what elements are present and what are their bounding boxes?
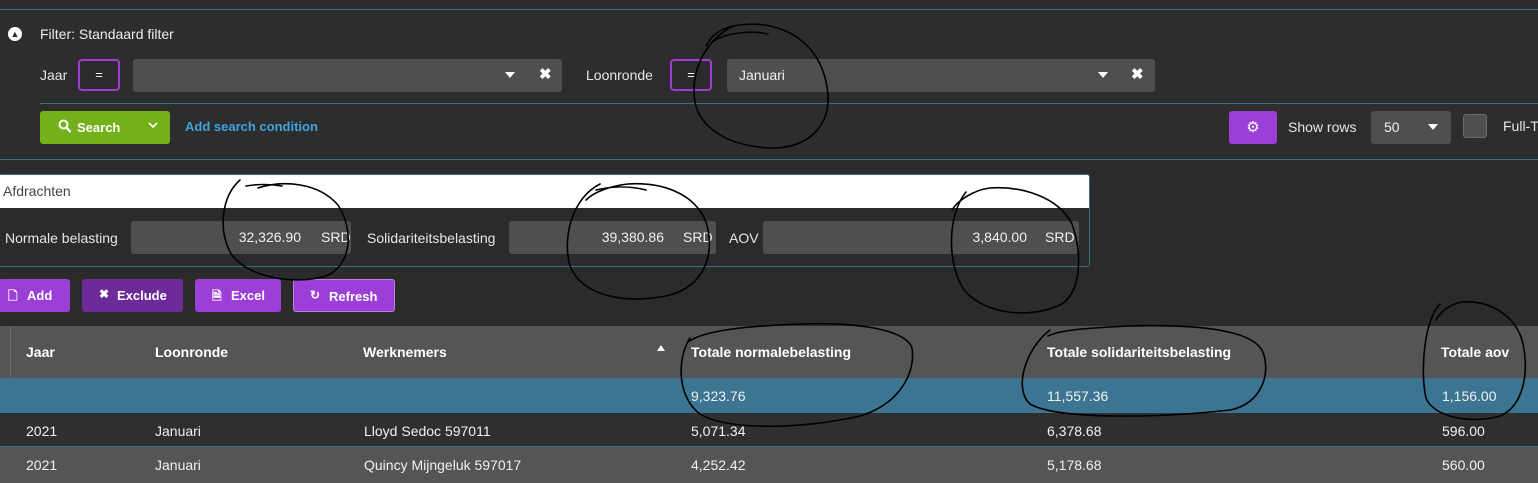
cell-werknemers: Lloyd Sedoc 597011 bbox=[364, 423, 491, 439]
total-normale: 9,323.76 bbox=[691, 388, 746, 404]
refresh-icon: ↻ bbox=[310, 288, 321, 302]
normale-belasting-label: Normale belasting bbox=[5, 230, 118, 246]
jaar-operator-button[interactable]: = bbox=[78, 59, 120, 91]
normale-belasting-value: 32,326.90 bbox=[238, 229, 301, 245]
add-button[interactable]: 🗋 Add bbox=[0, 279, 70, 312]
clear-icon[interactable]: ✖ bbox=[1131, 65, 1144, 83]
cell-werknemers: Quincy Mijngeluk 597017 bbox=[364, 457, 522, 473]
refresh-button[interactable]: ↻ Refresh bbox=[293, 279, 395, 312]
loonronde-select-value: Januari bbox=[739, 67, 785, 83]
search-icon bbox=[58, 119, 71, 133]
search-button[interactable]: Search bbox=[40, 111, 170, 144]
filter-separator bbox=[40, 103, 1538, 104]
cell-loonronde: Januari bbox=[155, 457, 201, 473]
loonronde-operator-button[interactable]: = bbox=[670, 59, 712, 91]
show-rows-select[interactable]: 50 bbox=[1371, 111, 1451, 144]
add-search-condition-link[interactable]: Add search condition bbox=[185, 119, 318, 134]
chevron-down-icon bbox=[1098, 72, 1108, 78]
aov-value: 3,840.00 bbox=[972, 229, 1028, 245]
cell-jaar: 2021 bbox=[26, 423, 58, 439]
cell-normale: 5,071.34 bbox=[691, 423, 746, 439]
aov-label: AOV bbox=[729, 230, 759, 246]
add-button-label: Add bbox=[27, 288, 53, 303]
totals-row: 9,323.76 11,557.36 1,156.00 bbox=[0, 378, 1538, 413]
column-header-jaar[interactable]: Jaar bbox=[26, 344, 55, 360]
header-divider bbox=[10, 326, 11, 378]
column-header-totale-solidariteitsbelasting[interactable]: Totale solidariteitsbelasting bbox=[1047, 344, 1231, 360]
cell-aov: 596.00 bbox=[1442, 423, 1485, 439]
afdrachten-header: Afdrachten bbox=[0, 175, 1089, 208]
table-row[interactable]: 2021 Januari Quincy Mijngeluk 597017 4,2… bbox=[0, 447, 1538, 483]
gear-icon: ⚙ bbox=[1246, 119, 1260, 136]
table-row[interactable]: 2021 Januari Lloyd Sedoc 597011 5,071.34… bbox=[0, 413, 1538, 447]
fulltext-label: Full-Te bbox=[1503, 118, 1538, 134]
cell-loonronde: Januari bbox=[155, 423, 201, 439]
exclude-button-label: Exclude bbox=[117, 288, 167, 303]
column-header-werknemers[interactable]: Werknemers bbox=[363, 344, 447, 360]
aov-unit: SRD bbox=[1045, 229, 1075, 245]
loonronde-label: Loonronde bbox=[586, 67, 653, 83]
cell-normale: 4,252.42 bbox=[691, 457, 746, 473]
exclude-button[interactable]: ✖ Exclude bbox=[82, 279, 183, 312]
filter-title: Filter: Standaard filter bbox=[40, 26, 174, 42]
close-icon: ✖ bbox=[99, 287, 110, 301]
afdrachten-panel: Afdrachten Normale belasting 32,326.90 S… bbox=[0, 174, 1090, 267]
table-header: Jaar Loonronde Werknemers Totale normale… bbox=[0, 326, 1538, 378]
chevron-down-icon bbox=[505, 72, 515, 78]
sort-ascending-icon[interactable] bbox=[657, 345, 665, 351]
cell-aov: 560.00 bbox=[1442, 457, 1485, 473]
total-solidariteit: 11,557.36 bbox=[1047, 388, 1109, 404]
total-aov: 1,156.00 bbox=[1442, 388, 1497, 404]
fulltext-checkbox[interactable] bbox=[1463, 114, 1487, 138]
refresh-button-label: Refresh bbox=[329, 289, 378, 304]
show-rows-label: Show rows bbox=[1288, 119, 1357, 135]
chevron-down-icon[interactable] bbox=[148, 118, 158, 132]
solidariteitsbelasting-field: 39,380.86 SRD bbox=[509, 221, 716, 254]
jaar-select[interactable]: ✖ bbox=[133, 59, 562, 92]
solidariteitsbelasting-label: Solidariteitsbelasting bbox=[367, 230, 496, 246]
solidariteitsbelasting-unit: SRD bbox=[683, 229, 713, 245]
cell-jaar: 2021 bbox=[26, 457, 58, 473]
cell-solidariteit: 6,378.68 bbox=[1047, 423, 1102, 439]
excel-icon: 🗎 bbox=[212, 289, 222, 303]
excel-button[interactable]: 🗎 Excel bbox=[195, 279, 281, 312]
normale-belasting-unit: SRD bbox=[321, 229, 351, 245]
search-button-label: Search bbox=[77, 120, 121, 135]
normale-belasting-field: 32,326.90 SRD bbox=[131, 221, 351, 254]
column-header-totale-normalebelasting[interactable]: Totale normalebelasting bbox=[691, 344, 851, 360]
excel-button-label: Excel bbox=[231, 288, 265, 303]
show-rows-value: 50 bbox=[1384, 119, 1400, 135]
collapse-filter-icon[interactable]: ▲ bbox=[8, 27, 22, 41]
jaar-label: Jaar bbox=[40, 67, 68, 83]
cell-solidariteit: 5,178.68 bbox=[1047, 457, 1102, 473]
aov-field: 3,840.00 SRD bbox=[763, 221, 1079, 254]
afdrachten-title: Afdrachten bbox=[3, 183, 71, 199]
column-header-loonronde[interactable]: Loonronde bbox=[155, 344, 228, 360]
file-icon: 🗋 bbox=[8, 289, 18, 303]
solidariteitsbelasting-value: 39,380.86 bbox=[601, 229, 664, 245]
chevron-down-icon bbox=[1428, 124, 1438, 130]
column-header-totale-aov[interactable]: Totale aov bbox=[1441, 344, 1509, 360]
clear-icon[interactable]: ✖ bbox=[539, 65, 552, 83]
settings-button[interactable]: ⚙ bbox=[1229, 111, 1277, 144]
loonronde-select[interactable]: Januari ✖ bbox=[727, 59, 1155, 92]
